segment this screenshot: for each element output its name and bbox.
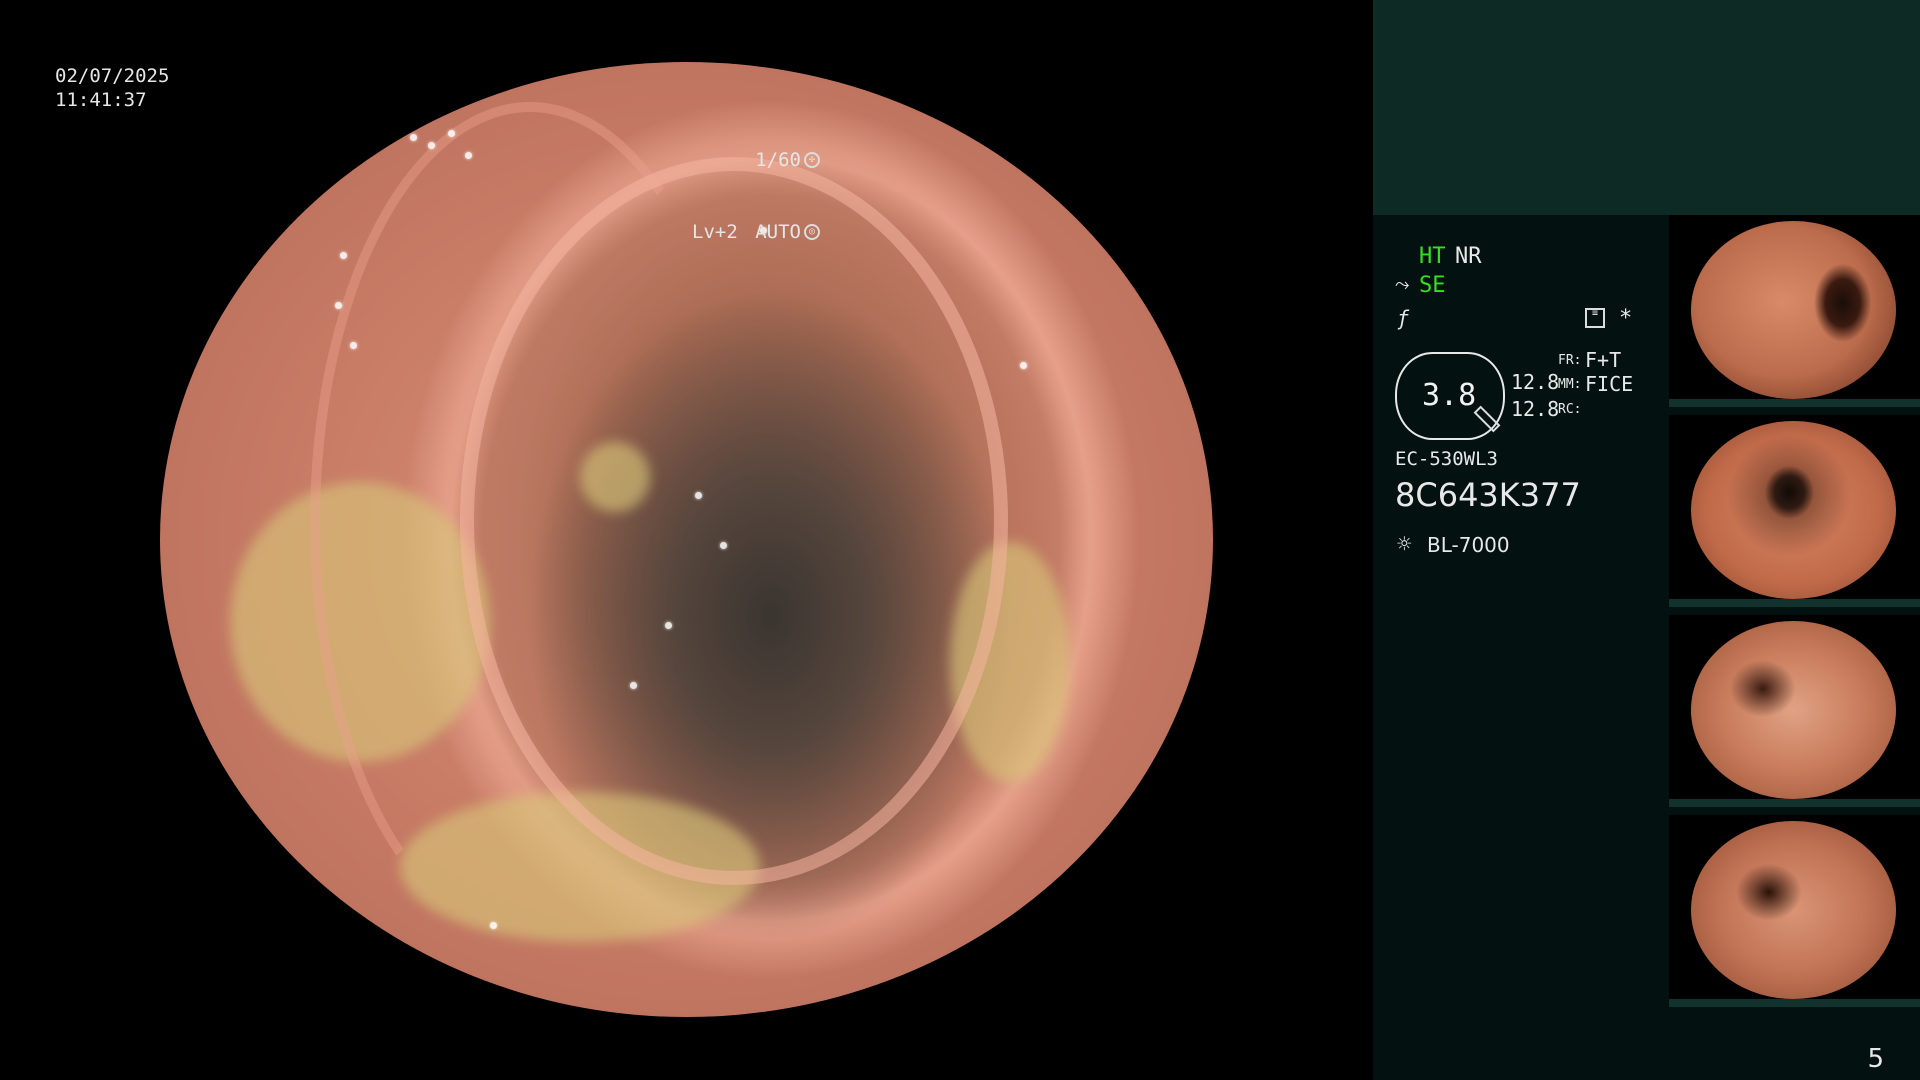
fr-value: F+T [1585, 348, 1622, 372]
bubble [720, 542, 727, 549]
scope-serial: 8C643K377 [1395, 476, 1581, 514]
list-icon: ≡ [1585, 308, 1605, 328]
thumbnail-image [1691, 821, 1896, 999]
value-2: 12.8 [1511, 397, 1560, 421]
time-text: 11:41:37 [55, 89, 147, 111]
thumbnail-image [1691, 221, 1896, 399]
bubble [350, 342, 357, 349]
mode-ht: HT [1419, 244, 1446, 269]
gauge-needle-icon [1473, 405, 1501, 433]
panel-header-block [1373, 0, 1920, 215]
bubble [630, 682, 637, 689]
level-text: Lv+2 [692, 221, 738, 243]
exposure-mode: AUTO [755, 221, 801, 243]
page-number: 5 [1867, 1044, 1884, 1074]
bubble [1020, 362, 1027, 369]
bubble [465, 152, 472, 159]
endoscope-image [160, 62, 1213, 1017]
shutter-speed: 1/60 [755, 149, 801, 171]
date-text: 02/07/2025 [55, 65, 170, 87]
datetime-readout: 02/07/2025 11:41:37 [55, 64, 169, 112]
bubble [360, 152, 367, 159]
bubble [410, 134, 417, 141]
thumbnail[interactable] [1669, 615, 1920, 807]
bubble [340, 252, 347, 259]
freeze-icon: ƒ [1397, 306, 1410, 330]
bubble [490, 922, 497, 929]
rc-label: RC: [1558, 402, 1582, 417]
zoom-gauge: 3.8 [1395, 352, 1505, 440]
mode-se: SE [1419, 273, 1446, 298]
scope-model: EC-530WL3 [1395, 448, 1498, 470]
thumbnail-image [1691, 421, 1896, 599]
exposure-readout: 1/60 ✣ Lv+2 AUTO ◎ [692, 100, 820, 292]
light-source-model: BL-7000 [1427, 533, 1510, 557]
fr-label: FR: [1558, 353, 1582, 368]
thumbnail-image [1691, 621, 1896, 799]
endoscope-live-view: 02/07/2025 11:41:37 1/60 ✣ Lv+2 AUTO ◎ [0, 0, 1373, 1080]
thumbnail[interactable] [1669, 815, 1920, 1007]
side-panel: HT NR ⤳ SE ƒ ≡ * 3.8 12.8 12.8 FR: F+T M… [1373, 0, 1920, 1080]
structure-enhance-icon: ⤳ [1395, 274, 1410, 295]
mode-nr: NR [1455, 244, 1482, 269]
bubble [428, 142, 435, 149]
bubble [665, 622, 672, 629]
bubble [335, 302, 342, 309]
mm-label: MM: [1558, 377, 1582, 392]
thumbnail[interactable] [1669, 415, 1920, 607]
value-1: 12.8 [1511, 370, 1560, 394]
mm-value: FICE [1585, 372, 1634, 396]
gauge-value: 3.8 [1422, 378, 1477, 413]
light-source-icon: ☼ [1397, 530, 1412, 558]
bubble [695, 492, 702, 499]
bubble [448, 130, 455, 137]
star-icon: * [1619, 306, 1633, 331]
iris-icon: ◎ [804, 224, 820, 240]
bubble [390, 122, 397, 129]
shutter-icon: ✣ [804, 152, 820, 168]
thumbnail[interactable] [1669, 215, 1920, 407]
